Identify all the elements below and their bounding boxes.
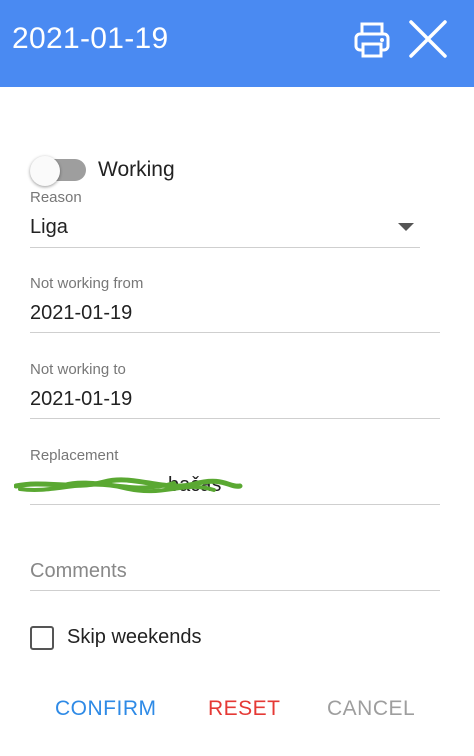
working-toggle[interactable] bbox=[30, 156, 88, 186]
reset-button[interactable]: RESET bbox=[208, 697, 281, 721]
confirm-button[interactable]: CONFIRM bbox=[55, 697, 157, 721]
not-working-to-label: Not working to bbox=[30, 361, 126, 378]
reason-label: Reason bbox=[30, 189, 82, 206]
not-working-from-label: Not working from bbox=[30, 275, 144, 292]
skip-weekends-label: Skip weekends bbox=[67, 626, 202, 648]
replacement-underline bbox=[30, 504, 440, 505]
print-button[interactable] bbox=[352, 20, 392, 60]
not-working-to-underline bbox=[30, 418, 440, 419]
close-icon bbox=[409, 20, 447, 58]
reason-underline bbox=[30, 247, 420, 248]
skip-weekends-checkbox[interactable] bbox=[30, 626, 54, 650]
chevron-down-icon bbox=[398, 223, 414, 231]
dialog-header: 2021-01-19 bbox=[0, 0, 474, 87]
not-working-from-input[interactable]: 2021-01-19 bbox=[30, 302, 132, 325]
close-button[interactable] bbox=[404, 18, 452, 62]
not-working-to-input[interactable]: 2021-01-19 bbox=[30, 388, 132, 411]
reason-select[interactable] bbox=[30, 208, 420, 248]
reason-value: Liga bbox=[30, 216, 68, 238]
working-toggle-label: Working bbox=[98, 158, 175, 181]
toggle-knob bbox=[30, 156, 60, 186]
cancel-button[interactable]: CANCEL bbox=[327, 697, 415, 721]
comments-underline bbox=[30, 590, 440, 591]
redaction-scribble bbox=[14, 477, 243, 494]
replacement-label: Replacement bbox=[30, 447, 119, 464]
dialog-title: 2021-01-19 bbox=[12, 22, 169, 55]
printer-icon bbox=[354, 22, 390, 58]
not-working-from-underline bbox=[30, 332, 440, 333]
comments-input[interactable] bbox=[30, 550, 440, 592]
